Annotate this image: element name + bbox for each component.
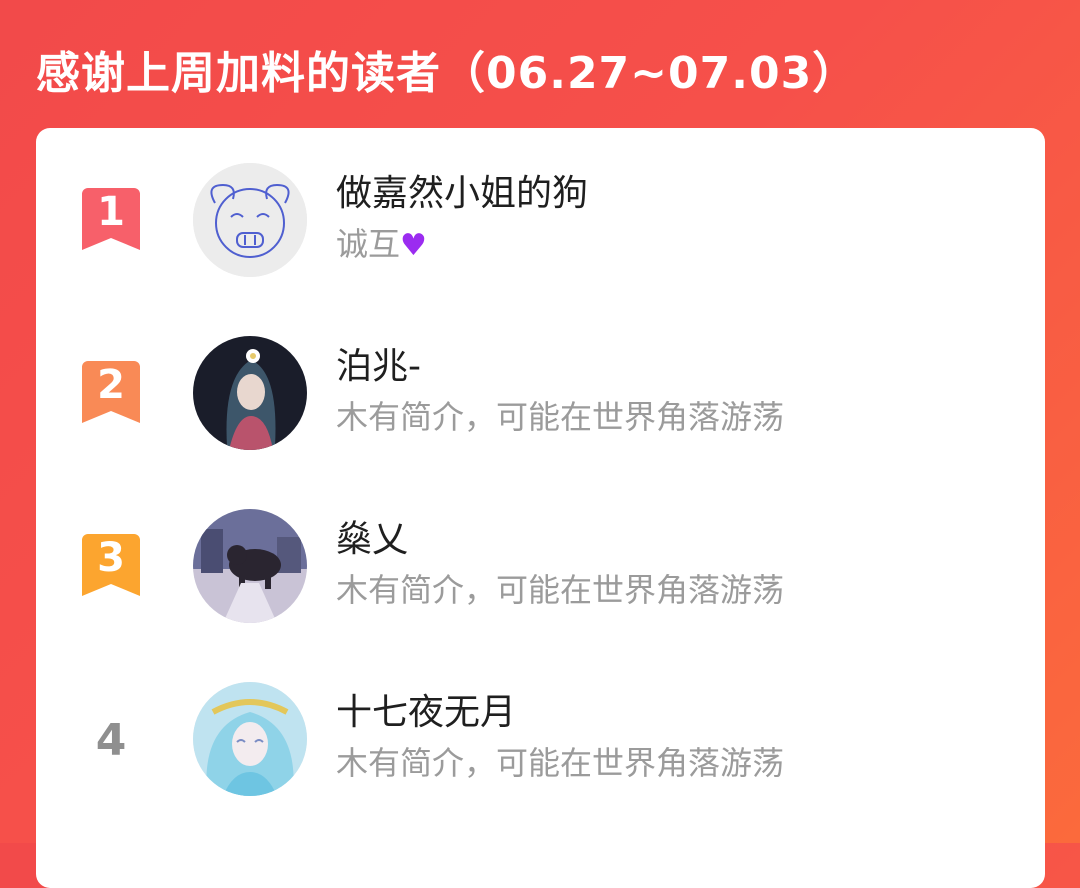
anime-blue-hair-avatar[interactable] [193, 682, 307, 796]
rank-number: 2 [97, 362, 125, 408]
rank-number: 3 [97, 535, 125, 581]
reader-desc: 木有简介，可能在世界角落游荡 [336, 398, 785, 436]
reader-desc: 木有简介，可能在世界角落游荡 [336, 571, 785, 609]
rank-number: 4 [95, 715, 127, 766]
reader-list-card: 1 做嘉然小姐的狗 诚互♥ 2 泊兆- 木有简介，可能在世界角落游荡 3 燊乂 … [36, 128, 1045, 888]
reader-row-2[interactable]: 2 泊兆- 木有简介，可能在世界角落游荡 [36, 331, 1045, 481]
rank-badge-2: 2 [82, 361, 140, 423]
cat-street-photo-avatar[interactable] [193, 509, 307, 623]
doodle-face-avatar[interactable] [193, 163, 307, 277]
rank-number: 1 [97, 189, 125, 235]
rank-badge-1: 1 [82, 188, 140, 250]
reader-name[interactable]: 泊兆- [336, 343, 421, 391]
reader-name[interactable]: 燊乂 [336, 516, 408, 564]
reader-row-1[interactable]: 1 做嘉然小姐的狗 诚互♥ [36, 158, 1045, 308]
page-title: 感谢上周加料的读者（06.27~07.03） [36, 48, 858, 99]
reader-name[interactable]: 十七夜无月 [336, 689, 516, 737]
reader-desc: 诚互♥ [336, 222, 427, 268]
rank-badge-3: 3 [82, 534, 140, 596]
reader-desc-text: 诚互 [336, 225, 401, 263]
anime-girl-flower-avatar[interactable] [193, 336, 307, 450]
reader-desc: 木有简介，可能在世界角落游荡 [336, 744, 785, 782]
reader-row-4[interactable]: 4 十七夜无月 木有简介，可能在世界角落游荡 [36, 677, 1045, 827]
purple-heart-icon: ♥ [400, 228, 427, 263]
reader-name[interactable]: 做嘉然小姐的狗 [336, 170, 588, 218]
reader-row-3[interactable]: 3 燊乂 木有简介，可能在世界角落游荡 [36, 504, 1045, 654]
